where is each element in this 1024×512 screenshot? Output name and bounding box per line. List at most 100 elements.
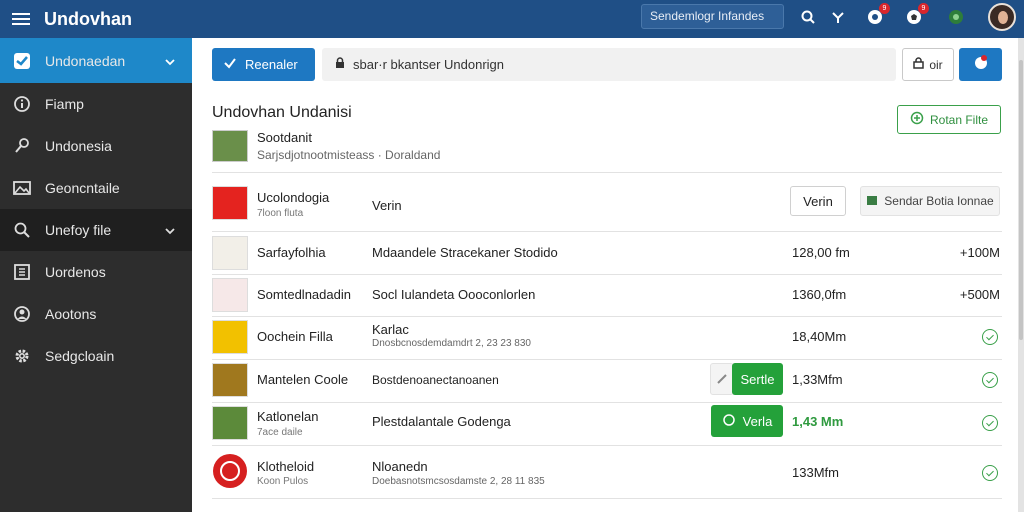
row-size: 1,43 Mm	[792, 414, 844, 429]
version-button[interactable]: Verin	[790, 186, 846, 216]
row-sub: 7loon fluta	[257, 208, 304, 219]
row-name: Somtedlnadadin	[257, 287, 351, 302]
main-search-input[interactable]: sbar·r bkantser Undonrign	[322, 48, 896, 81]
divider	[212, 316, 1002, 317]
check-circle-icon[interactable]	[982, 415, 998, 431]
notification-button[interactable]	[959, 48, 1002, 81]
top-search-input[interactable]: Sendemlogr Infandes	[641, 4, 784, 29]
check-icon	[12, 51, 32, 71]
row-sub: 7ace daile	[257, 427, 303, 438]
sidebar-item-label: Sedgcloain	[45, 348, 115, 364]
scrollbar[interactable]	[1018, 38, 1024, 512]
row-desc: Karlac	[372, 322, 409, 337]
lock-icon	[913, 57, 925, 72]
sidebar-item-geoncntaile[interactable]: Geoncntaile	[0, 167, 192, 209]
row-sub: Koon Pulos	[257, 476, 309, 487]
row-desc: Socl Iulandeta Oooconlorlen	[372, 287, 536, 302]
divider	[212, 231, 1002, 232]
row-name: Ucolondogia	[257, 190, 330, 205]
row-desc: Nloanedn	[372, 459, 428, 474]
row-desc: Plestdalantale Godenga	[372, 414, 511, 429]
row-name: Sarfayfolhia	[257, 245, 326, 260]
table-row[interactable]: Klotheloid Koon Pulos Nloanedn Doebasnot…	[212, 449, 1002, 497]
owner-info: Sootdanit Sarjsdjotnootmisteass · Dorald…	[212, 128, 612, 164]
check-circle-icon[interactable]	[982, 372, 998, 388]
table-row[interactable]: Mantelen Coole Bostdenoanectanoanen Sert…	[212, 361, 1002, 401]
owner-meta: Sarjsdjotnootmisteass · Doraldand	[257, 148, 441, 162]
row-delta: +500M	[959, 287, 1000, 302]
sidebar-item-aootons[interactable]: Aootons	[0, 293, 192, 335]
return-file-label: Rotan Filte	[929, 112, 989, 127]
table-row[interactable]: Sarfayfolhia Mdaandele Stracekaner Stodi…	[212, 234, 1002, 272]
download-icon	[866, 194, 878, 209]
sidebar-item-undonaedan[interactable]: Undonaedan	[0, 38, 192, 83]
table-row[interactable]: Oochein Filla Karlac Dnosbcnosdemdamdrt …	[212, 318, 1002, 358]
row-desc: Bostdenoanectanoanen	[372, 373, 499, 387]
divider	[212, 172, 1002, 173]
primary-action-label: Reenaler	[245, 57, 298, 72]
search-icon[interactable]	[797, 6, 819, 28]
sidebar-item-label: Undonaedan	[45, 52, 126, 69]
row-delta: +100M	[959, 245, 1000, 260]
chevron-down-icon	[164, 224, 176, 240]
table-row[interactable]: Katlonelan 7ace daile Plestdalantale God…	[212, 404, 1002, 444]
notification-badge: 9	[879, 3, 890, 14]
globe-icon[interactable]	[945, 6, 967, 28]
row-name: Mantelen Coole	[257, 372, 349, 387]
check-circle-icon[interactable]	[982, 465, 998, 481]
top-bar: Undovhan Sendemlogr Infandes 9 9	[0, 0, 1024, 38]
hamburger-menu-icon[interactable]	[0, 0, 42, 38]
search-icon	[12, 220, 32, 240]
row-desc-meta: Dnosbcnosdemdamdrt 2, 23 23 830	[372, 338, 531, 349]
divider	[212, 274, 1002, 275]
return-file-button[interactable]: Rotan Filte	[897, 105, 1001, 134]
main-search-text: sbar·r bkantser Undonrign	[353, 57, 505, 72]
divider	[212, 445, 1002, 446]
row-thumbnail	[212, 406, 248, 440]
primary-action-button[interactable]: Reenaler	[212, 48, 315, 81]
sidebar-item-label: Undonesia	[45, 138, 112, 154]
green-action-button[interactable]: Verla	[711, 405, 783, 437]
row-thumbnail	[212, 363, 248, 397]
edit-icon[interactable]	[710, 363, 734, 395]
grid-icon	[12, 262, 32, 282]
sidebar-item-uordenos[interactable]: Uordenos	[0, 251, 192, 293]
sidebar: Undonaedan Fiamp Undonesia Geoncntaile U…	[0, 38, 192, 512]
row-size: 1360,0fm	[792, 287, 847, 302]
shield-icon[interactable]: 9	[864, 3, 890, 28]
plus-circle-icon	[910, 111, 924, 128]
gear-icon	[12, 346, 32, 366]
app-title: Undovhan	[44, 8, 132, 29]
green-action-button[interactable]: Sertle	[732, 363, 783, 395]
check-circle-icon[interactable]	[982, 329, 998, 345]
share-icon[interactable]	[827, 6, 849, 28]
divider	[212, 498, 1002, 499]
sidebar-item-fiamp[interactable]: Fiamp	[0, 83, 192, 125]
avatar[interactable]	[988, 3, 1016, 31]
scrollbar-thumb[interactable]	[1019, 60, 1023, 340]
sidebar-item-undonesia[interactable]: Undonesia	[0, 125, 192, 167]
send-button[interactable]: Sendar Botia Ionnae	[860, 186, 1000, 216]
row-name: Katlonelan	[257, 409, 319, 424]
owner-thumbnail	[212, 130, 248, 162]
green-action-label: Verla	[742, 413, 773, 429]
row-size: 18,40Mm	[792, 329, 847, 344]
sidebar-item-unefoy-file[interactable]: Unefoy file	[0, 209, 192, 251]
sidebar-item-label: Aootons	[45, 306, 97, 322]
lock-button[interactable]: oir	[902, 48, 954, 81]
row-thumbnail	[212, 453, 248, 488]
sidebar-item-label: Fiamp	[45, 96, 84, 112]
table-row[interactable]: Ucolondogia 7loon fluta Verin Verin Send…	[212, 182, 1002, 230]
owner-name: Sootdanit	[257, 130, 312, 145]
sidebar-item-label: Uordenos	[45, 264, 106, 280]
row-size: 133Mfm	[792, 465, 839, 480]
table-row[interactable]: Somtedlnadadin Socl Iulandeta Oooconlorl…	[212, 276, 1002, 314]
sidebar-item-sedgcloain[interactable]: Sedgcloain	[0, 335, 192, 377]
row-name: Klotheloid	[257, 459, 315, 474]
image-icon	[12, 178, 32, 198]
soccer-ball-icon[interactable]: 9	[903, 3, 929, 28]
section-title: Undovhan Undanisi	[212, 104, 352, 121]
row-size: 128,00 fm	[792, 245, 850, 260]
row-desc-meta: Doebasnotsmcsosdamste 2, 28 11 835	[372, 476, 545, 487]
row-desc: Verin	[372, 198, 402, 213]
